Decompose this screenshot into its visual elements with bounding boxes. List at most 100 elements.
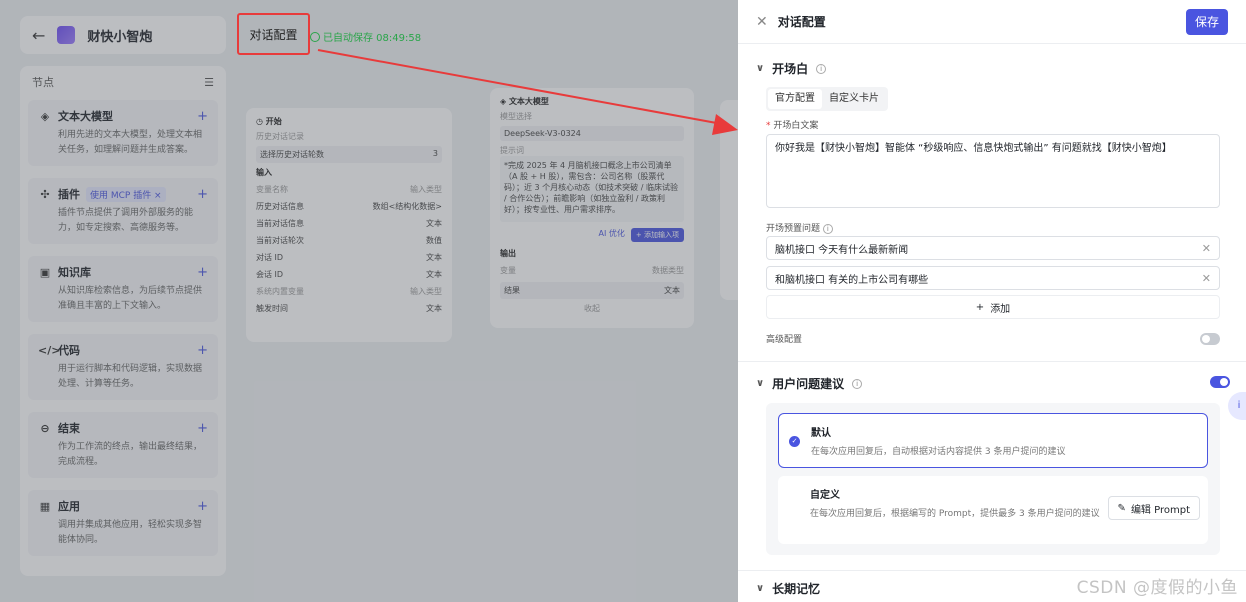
- option-desc: 在每次应用回复后，自动根据对话内容提供 3 条用户提问的建议: [811, 447, 1066, 457]
- var-name: 会话 ID: [256, 270, 284, 279]
- add-input-button[interactable]: + 添加输入项: [630, 228, 684, 242]
- ai-optimize-button[interactable]: AI 优化: [599, 228, 625, 242]
- preset-question-text[interactable]: 和脑机接口 有关的上市公司有哪些: [775, 271, 928, 286]
- opening-tabs: 官方配置 自定义卡片: [766, 87, 888, 111]
- add-node-icon[interactable]: +: [197, 265, 208, 280]
- node-item-llm[interactable]: ◈ 文本大模型 + 利用先进的文本大模型，处理文本相关任务，如理解问题并生成答案。: [28, 100, 218, 166]
- add-node-icon[interactable]: +: [197, 343, 208, 358]
- save-button[interactable]: 保存: [1186, 8, 1228, 35]
- var-name: 对话 ID: [256, 253, 284, 262]
- info-icon[interactable]: i: [852, 378, 863, 389]
- start-node-card[interactable]: ◷ 开始 历史对话记录 选择历史对话轮数 3 输入 变量名称 输入类型 历史对话信息…: [246, 108, 452, 342]
- remove-icon[interactable]: ✕: [1202, 272, 1211, 285]
- var-type: 文本: [426, 219, 442, 228]
- opening-title: 开场白: [772, 62, 809, 76]
- suggest-option-custom[interactable]: 自定义 在每次应用回复后，根据编写的 Prompt，提供最多 3 条用户提问的建…: [778, 476, 1208, 544]
- end-icon: ⊖: [40, 421, 50, 435]
- suggest-title: 用户问题建议: [772, 377, 845, 391]
- var-name: 触发时间: [256, 304, 288, 313]
- out-var-type: 文本: [664, 286, 680, 295]
- fold-link[interactable]: 收起: [500, 303, 684, 314]
- collapse-panel-icon[interactable]: ☰: [204, 76, 214, 89]
- add-node-icon[interactable]: +: [197, 109, 208, 124]
- history-label: 历史对话记录: [256, 132, 304, 141]
- var-name: 当前对话信息: [256, 219, 304, 228]
- start-node-title: 开始: [265, 117, 282, 126]
- tab-custom-card[interactable]: 自定义卡片: [822, 89, 886, 109]
- advanced-config-toggle[interactable]: [1200, 333, 1220, 345]
- col-type: 输入类型: [410, 185, 442, 194]
- node-item-app[interactable]: ▦ 应用 + 调用并集成其他应用，轻松实现多智能体协同。: [28, 490, 218, 556]
- preset-question-item[interactable]: 脑机接口 今天有什么最新新闻 ✕: [766, 236, 1220, 260]
- node-title: 应用: [58, 500, 80, 513]
- node-title: 代码: [58, 344, 80, 357]
- add-node-icon[interactable]: +: [197, 421, 208, 436]
- app-header: ← 财快小智炮: [20, 16, 226, 54]
- remove-icon[interactable]: ✕: [1202, 242, 1211, 255]
- system-vars-title: 系统内置变量: [256, 287, 304, 296]
- memory-section-header[interactable]: ∨ 长期记忆: [738, 580, 838, 597]
- preset-question-text[interactable]: 脑机接口 今天有什么最新新闻: [775, 241, 908, 256]
- llm-node-card[interactable]: ◈ 文本大模型 模型选择 DeepSeek-V3-0324 提示词 *完成 20…: [490, 88, 694, 328]
- tab-conversation-config[interactable]: 对话配置: [237, 13, 310, 55]
- section-divider: [738, 361, 1246, 362]
- suggest-option-default[interactable]: ✓ 默认 在每次应用回复后，自动根据对话内容提供 3 条用户提问的建议: [778, 413, 1208, 468]
- code-icon: </>: [38, 343, 61, 357]
- node-title: 插件: [58, 188, 80, 201]
- book-icon: ▣: [39, 265, 51, 279]
- mcp-plugin-tag[interactable]: 使用 MCP 插件 ×: [86, 186, 166, 202]
- var-name: 历史对话信息: [256, 202, 304, 211]
- play-icon: ◷: [256, 117, 266, 126]
- tab-official-config[interactable]: 官方配置: [768, 89, 822, 109]
- chevron-down-icon: ∨: [756, 583, 765, 594]
- node-item-end[interactable]: ⊖ 结束 + 作为工作流的终点，输出最终结果，完成流程。: [28, 412, 218, 478]
- prompt-text[interactable]: *完成 2025 年 4 月脑机接口概念上市公司清单（A 股 + H 股），需包…: [500, 156, 684, 222]
- suggest-options: ✓ 默认 在每次应用回复后，自动根据对话内容提供 3 条用户提问的建议 自定义 …: [766, 403, 1220, 555]
- suggest-section-header[interactable]: ∨ 用户问题建议 i: [738, 375, 880, 392]
- node-title: 文本大模型: [58, 110, 113, 123]
- node-item-code[interactable]: </> 代码 + 用于运行脚本和代码逻辑，实现数据处理、计算等任务。: [28, 334, 218, 400]
- node-panel-title: 节点: [32, 76, 54, 89]
- suggest-toggle[interactable]: [1210, 376, 1230, 388]
- chevron-down-icon: ∨: [756, 378, 765, 389]
- add-node-icon[interactable]: +: [197, 499, 208, 514]
- node-desc: 插件节点提供了调用外部服务的能力，如专定搜索、高德服务等。: [58, 208, 194, 233]
- var-type: 文本: [426, 270, 442, 279]
- input-title: 输入: [256, 168, 272, 177]
- system-vars-type: 输入类型: [410, 287, 442, 296]
- var-type: 数值: [426, 236, 442, 245]
- opening-text-input[interactable]: 你好我是【财快小智炮】智能体 “秒级响应、信息快炮式输出” 有问题就找【财快小智…: [766, 134, 1220, 208]
- rounds-label: 选择历史对话轮数: [260, 150, 324, 159]
- model-select[interactable]: DeepSeek-V3-0324: [500, 126, 684, 141]
- add-preset-button[interactable]: + 添加: [766, 295, 1220, 319]
- node-title: 知识库: [58, 266, 91, 279]
- var-type: 文本: [426, 304, 442, 313]
- opening-section-header[interactable]: ∨ 开场白 i: [738, 60, 844, 77]
- plus-icon: +: [975, 301, 985, 313]
- var-name: 当前对话轮次: [256, 236, 304, 245]
- edit-prompt-button[interactable]: ✎ 编辑 Prompt: [1107, 496, 1200, 520]
- info-icon[interactable]: i: [822, 224, 833, 234]
- edit-prompt-label: 编辑 Prompt: [1130, 504, 1190, 516]
- info-icon[interactable]: i: [816, 63, 827, 74]
- rounds-value[interactable]: 3: [433, 149, 438, 160]
- chevron-down-icon: ∨: [756, 63, 765, 74]
- preset-questions-label: 开场预置问题 i: [766, 221, 833, 234]
- close-icon[interactable]: ✕: [756, 14, 768, 30]
- node-item-knowledge[interactable]: ▣ 知识库 + 从知识库检索信息，为后续节点提供准确且丰富的上下文输入。: [28, 256, 218, 322]
- model-label: 模型选择: [500, 112, 532, 121]
- add-node-icon[interactable]: +: [197, 187, 208, 202]
- out-col-name: 变量: [500, 266, 516, 275]
- node-item-plugin[interactable]: ✣ 插件 使用 MCP 插件 × + 插件节点提供了调用外部服务的能力，如专定搜索、高…: [28, 178, 218, 244]
- app-logo-icon: [57, 26, 76, 44]
- preset-question-item[interactable]: 和脑机接口 有关的上市公司有哪些 ✕: [766, 266, 1220, 290]
- option-desc: 在每次应用回复后，根据编写的 Prompt，提供最多 3 条用户提问的建议: [810, 509, 1100, 519]
- col-name: 变量名称: [256, 185, 288, 194]
- prompt-label: 提示词: [500, 146, 524, 155]
- var-type: 数组<结构化数据>: [372, 202, 442, 211]
- option-title: 自定义: [810, 490, 840, 501]
- back-arrow-icon[interactable]: ←: [32, 26, 45, 45]
- next-node-card[interactable]: [720, 100, 738, 300]
- check-icon: ✓: [789, 436, 800, 447]
- node-title: 结束: [58, 422, 80, 435]
